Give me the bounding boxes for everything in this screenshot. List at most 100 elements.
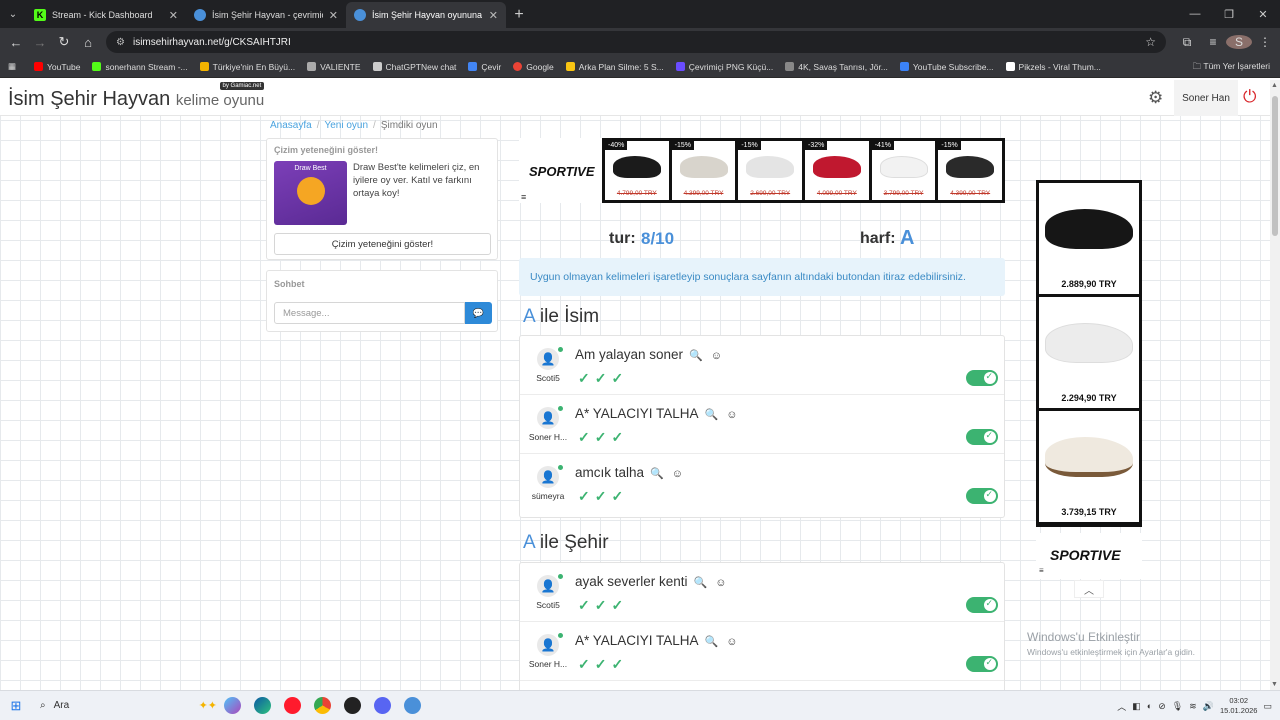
ad-banner[interactable]: SPORTIVE ≡ -40% 4.799,00 TRY -15% 4.399,00… [519,138,1005,203]
tab-search-icon[interactable]: ⌄ [0,0,26,28]
scroll-up-icon[interactable]: ▲ [1271,82,1278,89]
tab-isim-sehir-2[interactable]: İsim Şehir Hayvan oyununa katı ✕ [346,2,506,28]
breadcrumb-home[interactable]: Anasayfa [270,120,312,131]
home-icon[interactable]: ⌂ [76,35,100,50]
breadcrumb-new-game[interactable]: Yeni oyun [324,120,368,131]
smiley-icon[interactable]: ☺ [715,577,726,589]
url-bar[interactable]: ⚙ isimsehirhayvan.net/g/CKSAIHTJRI ☆ [106,31,1166,53]
copilot-icon[interactable] [217,691,247,720]
draw-best-image[interactable]: Draw Best [274,161,347,225]
search-icon[interactable]: 🔍 [705,636,719,648]
smiley-icon[interactable]: ☺ [711,350,722,362]
bookmark-item[interactable]: YouTube Subscribe... [899,62,994,72]
chat-message-input[interactable]: Message... [274,302,465,324]
edge-icon[interactable] [247,691,277,720]
side-ad-product[interactable]: 2.294,90 TRY [1039,297,1139,408]
opera-icon[interactable] [277,691,307,720]
ad-product[interactable]: -15% 4.399,00 TRY [938,141,1003,200]
ad-product[interactable]: -15% 2.699,00 TRY [738,141,803,200]
extensions-icon[interactable]: ⧉ [1174,35,1200,50]
forward-icon[interactable]: → [28,35,52,50]
bookmark-item[interactable]: Çevrimiçi PNG Küçü... [675,62,773,72]
wifi-icon[interactable]: ≋ [1189,701,1197,712]
scrollbar-thumb[interactable] [1272,96,1278,236]
bookmark-item[interactable]: VALIENTE [307,62,361,72]
media-icon[interactable]: ≡ [1200,35,1226,49]
answer-word: A* YALACIYI TALHA [575,406,699,421]
minimize-icon[interactable]: — [1178,0,1212,28]
volume-icon[interactable]: 🔊 [1203,701,1214,712]
reload-icon[interactable]: ↻ [52,34,76,50]
taskbar-clock[interactable]: 03:02 15.01.2026 [1220,696,1258,716]
restore-icon[interactable]: ❐ [1212,0,1246,28]
tab-isim-sehir-1[interactable]: İsim Şehir Hayvan - çevrimiçi oy ✕ [186,2,346,28]
ad-product[interactable]: -41% 3.799,00 TRY [871,141,936,200]
bookmark-item[interactable]: 4K, Savaş Tanrısı, Jör... [785,62,888,72]
page-scrollbar[interactable]: ▲ ▼ [1270,80,1280,690]
side-ad-product[interactable]: 2.889,90 TRY [1039,183,1139,294]
ad-product[interactable]: -15% 4.399,00 TRY [671,141,736,200]
site-info-icon[interactable]: ⚙ [116,37,125,48]
tray-app-icon[interactable]: ◐ [1147,701,1152,711]
discount-badge: -15% [938,141,961,150]
discord-icon[interactable] [367,691,397,720]
bookmark-item[interactable]: sonerhann Stream -... [92,62,188,72]
new-tab-icon[interactable]: + [506,2,532,28]
search-icon[interactable]: 🔍 [705,409,719,421]
bookmark-star-icon[interactable]: ☆ [1145,35,1156,49]
accept-toggle[interactable]: ✓ [966,488,998,504]
bookmark-item[interactable]: Google [513,62,554,72]
obs-icon[interactable] [337,691,367,720]
settings-app-icon[interactable] [397,691,427,720]
bookmark-item[interactable]: Çevir [468,62,501,72]
search-icon[interactable]: 🔍 [689,350,703,362]
ad-product[interactable]: -40% 4.799,00 TRY [605,141,669,200]
collapse-ad-chevron-up-icon[interactable]: ︿ [1074,580,1104,598]
side-ad[interactable]: 2.889,90 TRY 2.294,90 TRY 3.739,15 TRY [1036,180,1142,527]
bookmark-item[interactable]: Türkiye'nin En Büyü... [199,62,295,72]
logout-power-icon[interactable]: ⏻ [1243,87,1256,107]
bookmark-item[interactable]: ChatGPTNew chat [372,62,456,72]
apps-icon[interactable]: ▦ [8,61,16,72]
site-logo[interactable]: İsim Şehir Hayvan kelime oyunu by Gamiac… [8,82,265,111]
menu-icon[interactable]: ⋮ [1252,35,1278,49]
smiley-icon[interactable]: ☺ [726,636,737,648]
taskbar-search[interactable]: ⌕ Ara ✦✦ [32,691,217,720]
accept-toggle[interactable]: ✓ [966,656,998,672]
search-icon[interactable]: 🔍 [694,577,708,589]
bookmark-item[interactable]: YouTube [34,62,80,72]
smiley-icon[interactable]: ☺ [672,468,683,480]
close-tab-icon[interactable]: ✕ [489,9,498,22]
notification-icon[interactable]: ▭ [1263,701,1272,712]
tray-app-icon[interactable]: ⊘ [1158,701,1166,712]
side-ad-product[interactable]: 3.739,15 TRY [1039,411,1139,522]
ad-menu-icon[interactable]: ≡ [1039,566,1044,575]
settings-gear-icon[interactable]: ⚙ [1148,88,1163,108]
bookmark-item[interactable]: Pikzels - Viral Thum... [1005,62,1101,72]
user-menu[interactable]: Soner Han [1174,80,1238,116]
windows-start-icon[interactable]: ⊞ [0,698,32,714]
side-ad-brand[interactable]: SPORTIVE ≡ [1036,533,1142,579]
ad-menu-icon[interactable]: ≡ [521,192,526,202]
all-bookmarks-folder[interactable]: 🗀 Tüm Yer İşaretleri [1193,61,1270,75]
profile-avatar[interactable]: S [1226,35,1252,49]
accept-toggle[interactable]: ✓ [966,370,998,386]
tab-kick[interactable]: K Stream - Kick Dashboard ✕ [26,2,186,28]
accept-toggle[interactable]: ✓ [966,429,998,445]
tray-app-icon[interactable]: ◧ [1132,701,1141,712]
bookmark-item[interactable]: Arka Plan Silme: 5 S... [565,62,664,72]
search-icon[interactable]: 🔍 [650,468,664,480]
close-window-icon[interactable]: ✕ [1246,0,1280,28]
microphone-icon[interactable]: 🎙 [1172,701,1183,712]
send-message-button[interactable]: 💬 [465,302,492,324]
close-tab-icon[interactable]: ✕ [169,9,178,22]
ad-product[interactable]: -32% 4.099,00 TRY [805,141,869,200]
back-icon[interactable]: ← [4,35,28,50]
accept-toggle[interactable]: ✓ [966,597,998,613]
tray-chevron-up-icon[interactable]: ︿ [1117,700,1126,713]
chrome-icon[interactable] [307,691,337,720]
smiley-icon[interactable]: ☺ [726,409,737,421]
scroll-down-icon[interactable]: ▼ [1271,681,1278,688]
close-tab-icon[interactable]: ✕ [329,9,338,22]
draw-best-button[interactable]: Çizim yeteneğini göster! [274,233,491,255]
